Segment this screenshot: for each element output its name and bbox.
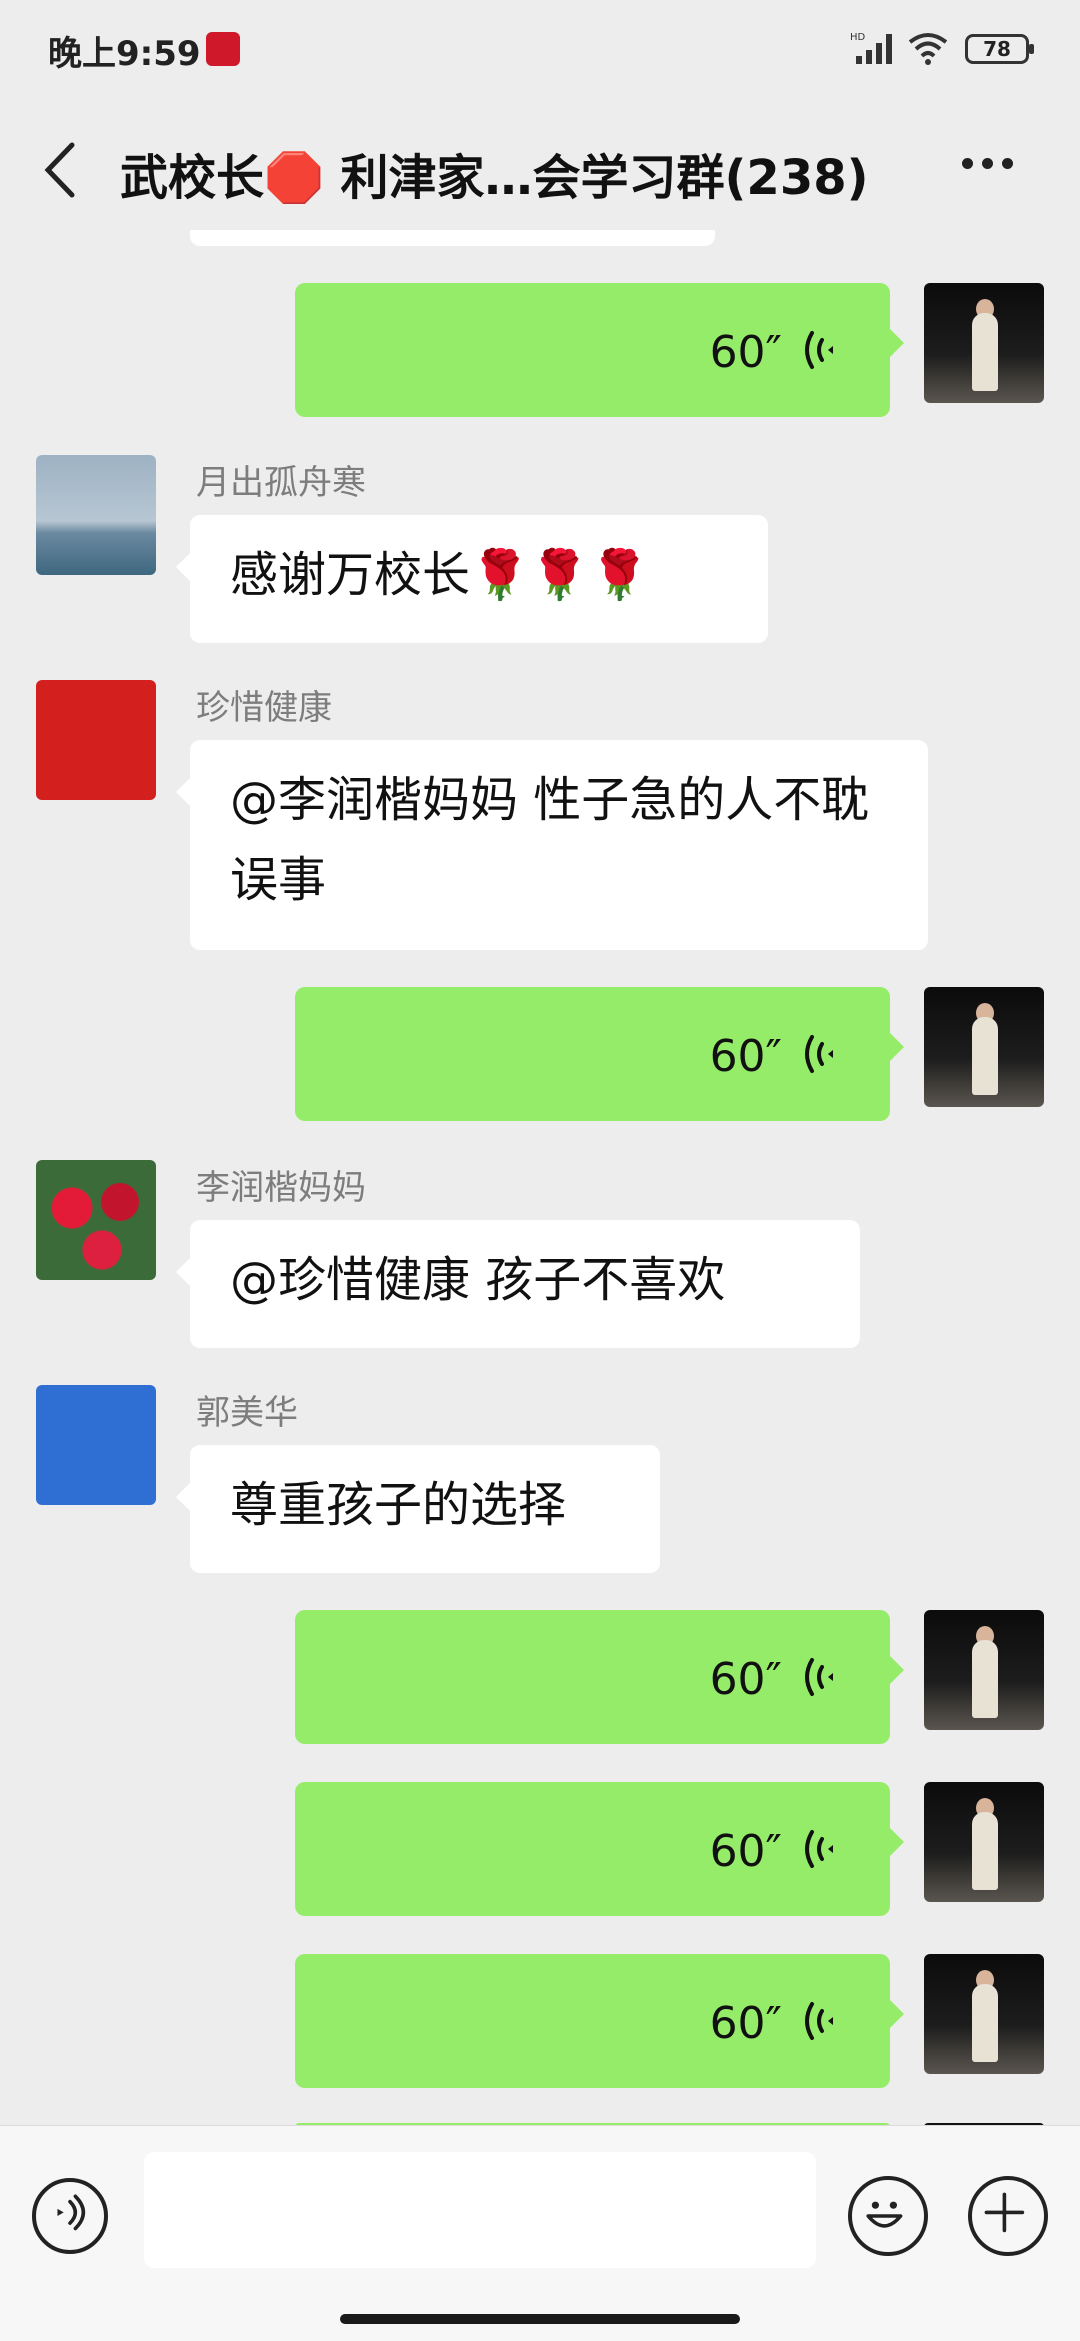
voice-duration: 60″ bbox=[709, 1031, 782, 1082]
app-notification-icon bbox=[206, 32, 240, 66]
voice-duration: 60″ bbox=[709, 1826, 782, 1877]
message-bubble[interactable]: 感谢万校长🌹🌹🌹 bbox=[176, 515, 768, 643]
message-bubble[interactable]: 尊重孩子的选择 bbox=[176, 1445, 660, 1573]
signal-icon: HD bbox=[850, 32, 892, 64]
input-bar bbox=[0, 2125, 1080, 2341]
voice-wave-icon bbox=[805, 1658, 833, 1696]
group-title: 武校长🛑 利津家…会学习群(238) bbox=[120, 150, 869, 206]
chat-header: 武校长🛑 利津家…会学习群(238) bbox=[0, 110, 1080, 230]
voice-duration: 60″ bbox=[709, 1998, 782, 2049]
status-bar: 晚上9:59 HD 78 bbox=[0, 0, 1080, 96]
sender-name: 李润楷妈妈 bbox=[196, 1168, 366, 1208]
message-input[interactable] bbox=[144, 2152, 816, 2268]
voice-wave-icon bbox=[805, 1035, 833, 1073]
voice-message[interactable]: 60″ bbox=[0, 283, 1080, 423]
avatar[interactable] bbox=[924, 283, 1044, 403]
voice-bubble[interactable]: 60″ bbox=[295, 1610, 904, 1744]
status-time: 晚上9:59 bbox=[48, 34, 201, 74]
text-message[interactable]: 李润楷妈妈 @珍惜健康 孩子不喜欢 bbox=[0, 1160, 1080, 1370]
voice-message[interactable]: 60″ bbox=[0, 1782, 1080, 1922]
more-options-icon[interactable] bbox=[962, 154, 1032, 184]
voice-duration: 60″ bbox=[709, 1654, 782, 1705]
plus-icon[interactable] bbox=[968, 2176, 1048, 2256]
voice-wave-icon bbox=[805, 2002, 833, 2040]
message-bubble[interactable]: @李润楷妈妈 性子急的人不耽误事 bbox=[176, 740, 928, 950]
message-bubble[interactable]: @珍惜健康 孩子不喜欢 bbox=[176, 1220, 860, 1348]
voice-duration: 60″ bbox=[709, 327, 782, 378]
back-icon[interactable] bbox=[34, 135, 94, 205]
chat-area[interactable]: 60″ 月出孤舟寒 感谢万校长🌹🌹🌹 珍惜健康 @李润楷妈妈 性子急的人不耽误事… bbox=[0, 230, 1080, 2125]
voice-wave-icon bbox=[805, 331, 833, 369]
avatar[interactable] bbox=[924, 1954, 1044, 2074]
battery-icon: 78 bbox=[965, 34, 1034, 64]
voice-message[interactable]: 60″ bbox=[0, 1954, 1080, 2094]
voice-bubble[interactable]: 60″ bbox=[295, 1782, 904, 1916]
sender-name: 珍惜健康 bbox=[196, 688, 332, 728]
sender-name: 郭美华 bbox=[196, 1393, 298, 1433]
avatar[interactable] bbox=[36, 680, 156, 800]
avatar[interactable] bbox=[36, 1385, 156, 1505]
avatar[interactable] bbox=[924, 987, 1044, 1107]
voice-message[interactable]: 60″ bbox=[0, 1610, 1080, 1750]
avatar[interactable] bbox=[924, 1782, 1044, 1902]
voice-bubble[interactable]: 60″ bbox=[295, 283, 904, 417]
avatar[interactable] bbox=[924, 1610, 1044, 1730]
voice-bubble[interactable]: 60″ bbox=[295, 987, 904, 1121]
text-message[interactable]: 郭美华 尊重孩子的选择 bbox=[0, 1385, 1080, 1595]
avatar[interactable] bbox=[36, 455, 156, 575]
partial-message bbox=[190, 230, 715, 246]
home-indicator[interactable] bbox=[340, 2314, 740, 2324]
text-message[interactable]: 珍惜健康 @李润楷妈妈 性子急的人不耽误事 bbox=[0, 680, 1080, 960]
text-message[interactable]: 月出孤舟寒 感谢万校长🌹🌹🌹 bbox=[0, 455, 1080, 665]
voice-wave-icon bbox=[805, 1830, 833, 1868]
network-type-label: HD bbox=[850, 32, 866, 43]
voice-bubble[interactable]: 60″ bbox=[295, 1954, 904, 2088]
wifi-icon bbox=[908, 33, 948, 65]
emoji-icon[interactable] bbox=[848, 2176, 928, 2256]
avatar[interactable] bbox=[36, 1160, 156, 1280]
voice-message[interactable]: 60″ bbox=[0, 987, 1080, 1127]
voice-input-icon[interactable] bbox=[32, 2178, 108, 2254]
sender-name: 月出孤舟寒 bbox=[196, 463, 366, 503]
